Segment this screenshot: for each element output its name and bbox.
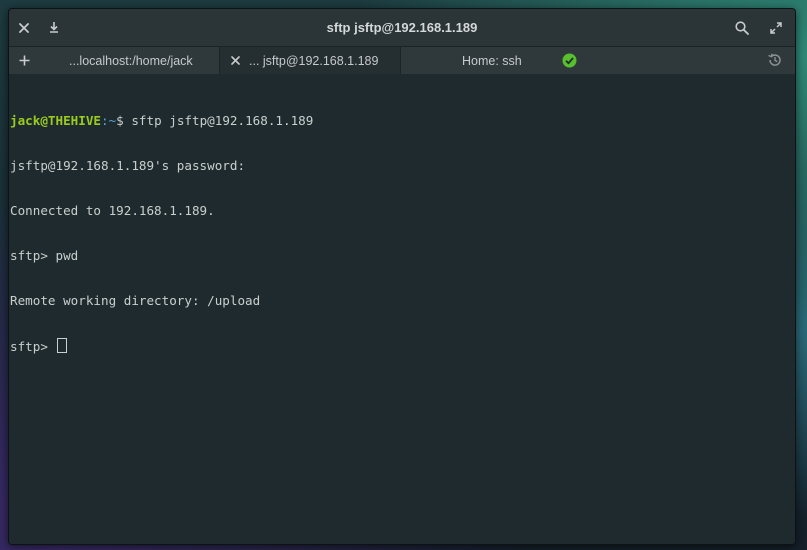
prompt-user: jack@THEHIVE [10,113,101,128]
close-icon [19,22,29,33]
close-window-button[interactable] [9,9,39,46]
terminal-line: sftp> [10,338,795,354]
new-tab-button[interactable] [17,51,31,69]
terminal-window: sftp jsftp@192.168.1.189 ...localhost:/h… [8,8,796,545]
download-button[interactable] [39,9,69,46]
terminal-line: Connected to 192.168.1.189. [10,203,215,218]
search-icon [735,20,749,35]
check-circle-icon [562,53,577,68]
tab-home-ssh[interactable]: Home: ssh [401,47,795,74]
maximize-icon [770,21,782,34]
close-tab-button[interactable] [229,52,241,68]
search-button[interactable] [727,9,757,46]
tab-label: ... jsftp@192.168.1.189 [249,53,379,68]
terminal-line: jsftp@192.168.1.189's password: [10,158,246,173]
terminal-output[interactable]: jack@THEHIVE:~$ sftp jsftp@192.168.1.189… [9,74,795,544]
window-title: sftp jsftp@192.168.1.189 [326,20,478,35]
command-text: sftp jsftp@192.168.1.189 [131,113,314,128]
terminal-cursor [56,338,67,353]
prompt-path: :~ [101,113,117,128]
terminal-line: jack@THEHIVE:~$ sftp jsftp@192.168.1.189 [10,113,795,128]
download-icon [50,22,58,33]
prompt-symbol: $ [116,113,132,128]
tab-label: ...localhost:/home/jack [69,53,193,68]
plus-icon [19,55,29,65]
history-button[interactable] [767,52,783,71]
history-icon [768,53,781,66]
close-icon [230,55,240,65]
titlebar: sftp jsftp@192.168.1.189 [9,9,795,46]
terminal-line: sftp> pwd [10,248,79,263]
tab-label: Home: ssh [462,53,522,68]
current-prompt: sftp> [10,339,56,354]
maximize-button[interactable] [761,9,791,46]
terminal-line: Remote working directory: /upload [10,293,261,308]
tab-localhost[interactable]: ...localhost:/home/jack [9,47,220,74]
tab-bar: ...localhost:/home/jack ... jsftp@192.16… [9,46,795,74]
tab-sftp[interactable]: ... jsftp@192.168.1.189 [220,47,401,74]
